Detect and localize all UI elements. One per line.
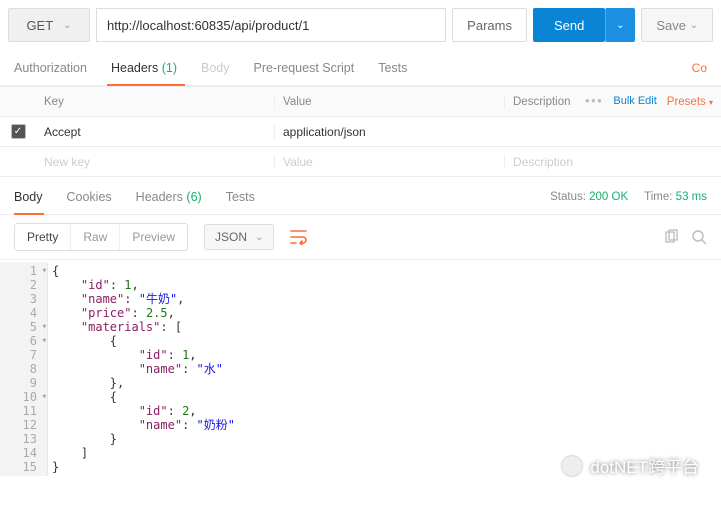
view-mode-segment: Pretty Raw Preview [14,223,188,251]
params-button[interactable]: Params [452,8,527,42]
col-description: Description [513,96,571,108]
resp-tab-headers[interactable]: Headers (6) [136,180,202,214]
format-label: JSON [215,230,247,244]
method-label: GET [26,18,53,33]
active-resp-underline [14,213,44,215]
resp-tab-cookies[interactable]: Cookies [67,180,112,214]
method-select[interactable]: GET ⌄ [8,8,90,42]
new-value-input[interactable]: Value [274,155,504,169]
view-pretty[interactable]: Pretty [15,224,70,250]
resp-tab-tests[interactable]: Tests [226,180,255,214]
tab-body[interactable]: Body [201,51,230,85]
send-dropdown[interactable]: ⌄ [605,8,635,42]
resp-headers-label: Headers [136,190,183,204]
chevron-down-icon: ⌄ [616,20,624,31]
headers-count: (1) [162,61,177,75]
save-label: Save [656,18,686,33]
save-button[interactable]: Save ⌄ [641,8,713,42]
tab-prerequest[interactable]: Pre-request Script [253,51,354,85]
json-source[interactable]: { "id": 1, "name": "牛奶", "price": 2.5, "… [48,262,239,476]
line-gutter: 123456789101112131415 [0,262,48,476]
new-key-input[interactable]: New key [36,155,274,169]
status-value: 200 OK [589,191,628,203]
url-input[interactable] [96,8,446,42]
headers-table-head: Key Value Description ••• Bulk Edit Pres… [0,87,721,117]
resp-tab-body[interactable]: Body [14,180,43,214]
more-icon[interactable]: ••• [585,96,603,108]
tab-tests[interactable]: Tests [378,51,407,85]
view-preview[interactable]: Preview [119,224,187,250]
header-row[interactable]: ✓ Accept application/json [0,117,721,147]
wrap-icon[interactable] [290,229,308,245]
bulk-edit-link[interactable]: Bulk Edit [609,95,660,107]
checkbox-checked[interactable]: ✓ [11,124,26,139]
chevron-down-icon: ⌄ [690,20,698,31]
search-icon[interactable] [691,229,707,245]
header-value[interactable]: application/json [274,125,504,139]
cookies-link[interactable]: Co [692,51,707,85]
time-label: Time: [644,191,672,203]
header-row-new[interactable]: New key Value Description [0,147,721,177]
wechat-icon [562,456,582,476]
active-tab-underline [107,84,185,86]
resp-headers-count: (6) [186,190,201,204]
presets-link[interactable]: Presets ▾ [667,96,713,108]
time-value: 53 ms [676,191,707,203]
copy-icon[interactable] [663,229,679,245]
watermark-text: dotNET跨平台 [590,453,699,478]
format-select[interactable]: JSON ⌄ [204,224,274,250]
header-key[interactable]: Accept [36,125,274,139]
tab-headers[interactable]: Headers (1) [111,51,177,85]
tab-headers-label: Headers [111,61,158,75]
chevron-down-icon: ⌄ [63,20,71,31]
col-key: Key [36,96,274,108]
send-button[interactable]: Send [533,8,605,42]
status-label: Status: [550,191,586,203]
tab-authorization[interactable]: Authorization [14,51,87,85]
response-body: 123456789101112131415 { "id": 1, "name":… [0,260,721,476]
chevron-down-icon: ⌄ [255,232,263,243]
col-value: Value [274,96,504,108]
watermark: dotNET跨平台 [562,453,699,478]
new-desc-input[interactable]: Description [504,155,721,169]
view-raw[interactable]: Raw [70,224,119,250]
